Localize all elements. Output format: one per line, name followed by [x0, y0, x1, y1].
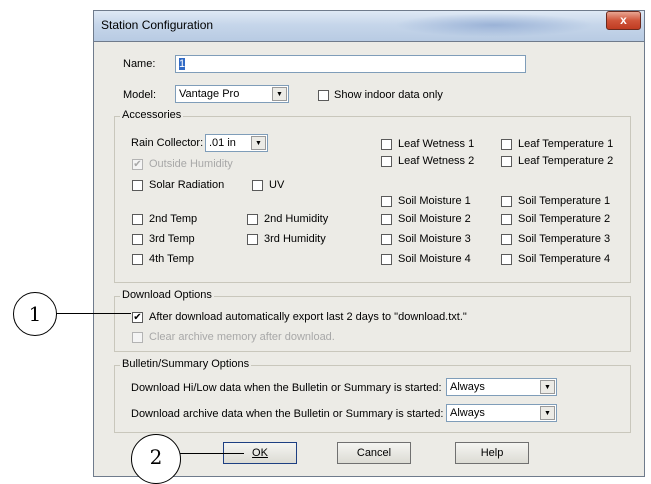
temp-2-checkbox[interactable]	[132, 214, 143, 225]
soil-temp-1-label: Soil Temperature 1	[518, 195, 611, 207]
accessories-title: Accessories	[120, 109, 184, 121]
temp-2-label: 2nd Temp	[149, 213, 198, 225]
uv-checkbox[interactable]	[252, 180, 263, 191]
name-label: Name:	[123, 58, 156, 70]
model-label: Model:	[123, 89, 157, 101]
model-value: Vantage Pro	[179, 88, 240, 100]
close-button[interactable]: x	[606, 11, 641, 30]
soil-temp-4-label: Soil Temperature 4	[518, 253, 611, 265]
chevron-down-icon[interactable]: ▼	[251, 136, 266, 150]
leaf-wetness-1-checkbox[interactable]	[381, 139, 392, 150]
hilow-value: Always	[450, 381, 485, 393]
soil-moisture-2-label: Soil Moisture 2	[398, 213, 471, 225]
soil-moisture-4-checkbox[interactable]	[381, 254, 392, 265]
temp-3-label: 3rd Temp	[149, 233, 195, 245]
download-options-title: Download Options	[120, 289, 214, 301]
chevron-down-icon[interactable]: ▼	[540, 406, 555, 420]
leaf-temp-1-checkbox[interactable]	[501, 139, 512, 150]
temp-3-checkbox[interactable]	[132, 234, 143, 245]
humidity-3-checkbox[interactable]	[247, 234, 258, 245]
temp-4-label: 4th Temp	[149, 253, 195, 265]
archive-value: Always	[450, 407, 485, 419]
name-input[interactable]: 1	[175, 55, 526, 73]
window-title: Station Configuration	[101, 18, 214, 32]
uv-label: UV	[269, 179, 285, 191]
humidity-2-checkbox[interactable]	[247, 214, 258, 225]
solar-radiation-checkbox[interactable]	[132, 180, 143, 191]
ok-label: OK	[252, 447, 268, 459]
rain-collector-value: .01 in	[209, 137, 236, 149]
cancel-label: Cancel	[356, 447, 392, 459]
show-indoor-checkbox[interactable]	[318, 90, 329, 101]
hilow-label: Download Hi/Low data when the Bulletin o…	[131, 382, 442, 394]
soil-moisture-3-label: Soil Moisture 3	[398, 233, 471, 245]
name-value: 1	[179, 58, 186, 70]
rain-collector-select[interactable]: .01 in ▼	[205, 134, 268, 152]
callout-2-leader	[180, 453, 244, 454]
outside-humidity-label: Outside Humidity	[149, 158, 233, 170]
solar-radiation-label: Solar Radiation	[149, 179, 225, 191]
callout-1: 1	[13, 292, 57, 336]
download-options-group	[114, 296, 631, 352]
temp-4-checkbox[interactable]	[132, 254, 143, 265]
bulletin-options-title: Bulletin/Summary Options	[120, 358, 252, 370]
clear-archive-checkbox	[132, 332, 143, 343]
soil-temp-3-checkbox[interactable]	[501, 234, 512, 245]
soil-moisture-1-label: Soil Moisture 1	[398, 195, 471, 207]
chevron-down-icon[interactable]: ▼	[272, 87, 287, 101]
leaf-temp-1-label: Leaf Temperature 1	[518, 138, 614, 150]
auto-export-checkbox[interactable]: ✔	[132, 312, 143, 323]
soil-temp-2-label: Soil Temperature 2	[518, 213, 611, 225]
soil-moisture-3-checkbox[interactable]	[381, 234, 392, 245]
callout-1-leader	[56, 313, 131, 314]
auto-export-label: After download automatically export last…	[149, 311, 467, 323]
soil-moisture-2-checkbox[interactable]	[381, 214, 392, 225]
archive-select[interactable]: Always ▼	[446, 404, 557, 422]
humidity-3-label: 3rd Humidity	[264, 233, 326, 245]
model-select[interactable]: Vantage Pro ▼	[175, 85, 289, 103]
hilow-select[interactable]: Always ▼	[446, 378, 557, 396]
help-label: Help	[480, 447, 504, 459]
soil-temp-2-checkbox[interactable]	[501, 214, 512, 225]
soil-moisture-4-label: Soil Moisture 4	[398, 253, 471, 265]
leaf-wetness-2-label: Leaf Wetness 2	[398, 155, 475, 167]
leaf-temp-2-label: Leaf Temperature 2	[518, 155, 614, 167]
soil-temp-4-checkbox[interactable]	[501, 254, 512, 265]
soil-temp-3-label: Soil Temperature 3	[518, 233, 611, 245]
soil-temp-1-checkbox[interactable]	[501, 196, 512, 207]
archive-label: Download archive data when the Bulletin …	[131, 408, 444, 420]
bulletin-options-group	[114, 365, 631, 433]
clear-archive-label: Clear archive memory after download.	[149, 331, 335, 343]
chevron-down-icon[interactable]: ▼	[540, 380, 555, 394]
humidity-2-label: 2nd Humidity	[264, 213, 329, 225]
leaf-wetness-1-label: Leaf Wetness 1	[398, 138, 475, 150]
soil-moisture-1-checkbox[interactable]	[381, 196, 392, 207]
help-button[interactable]: Help	[455, 442, 529, 464]
show-indoor-label: Show indoor data only	[334, 89, 443, 101]
leaf-temp-2-checkbox[interactable]	[501, 156, 512, 167]
leaf-wetness-2-checkbox[interactable]	[381, 156, 392, 167]
rain-collector-label: Rain Collector:	[131, 137, 204, 149]
cancel-button[interactable]: Cancel	[337, 442, 411, 464]
outside-humidity-checkbox: ✔	[132, 159, 143, 170]
